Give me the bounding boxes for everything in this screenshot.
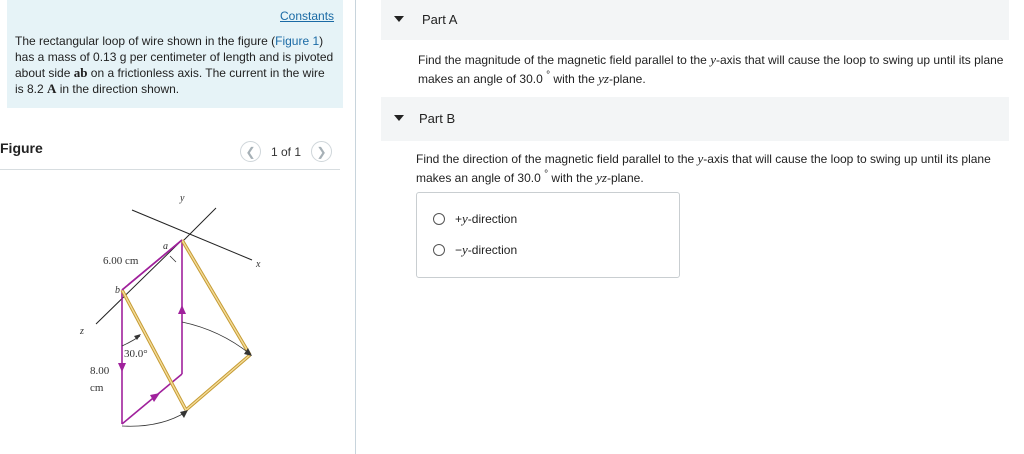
current-arrow-down: [118, 363, 126, 372]
answer-options-box: +y-direction −y-direction: [416, 192, 680, 278]
current-arrow-up: [178, 305, 186, 314]
part-b-header[interactable]: Part B: [381, 97, 1009, 141]
angle-label: 30.0°: [124, 348, 148, 360]
x-axis-label: x: [255, 259, 261, 270]
problem-intro-box: Constants The rectangular loop of wire s…: [7, 0, 343, 108]
option-label: −y-direction: [455, 242, 518, 257]
y-axis-label: y: [179, 193, 185, 204]
figure-divider: [0, 169, 340, 170]
unit-label: A: [47, 81, 57, 96]
figure-pager: ❮ 1 of 1 ❯: [240, 141, 333, 162]
figure-link[interactable]: Figure 1: [275, 34, 319, 48]
caret-down-icon[interactable]: [394, 115, 404, 121]
height-value-label: 8.00: [90, 365, 110, 377]
part-b-title[interactable]: Part B: [419, 111, 455, 126]
option-negative-y[interactable]: −y-direction: [433, 242, 517, 258]
chevron-right-icon[interactable]: ❯: [311, 141, 333, 162]
radio-button[interactable]: [433, 244, 445, 256]
option-label: +y-direction: [455, 211, 518, 226]
figure-title: Figure: [0, 140, 43, 156]
z-axis-label: z: [79, 326, 84, 337]
swing-arc-bottom: [121, 411, 187, 427]
loop-figure: y x z a b 6.00 cm 30.0° 8.00 cm: [79, 193, 261, 427]
part-a-title[interactable]: Part A: [422, 12, 457, 27]
pager-text: 1 of 1: [271, 144, 302, 159]
constants-link[interactable]: Constants: [280, 9, 334, 23]
y-axis-line: [183, 207, 217, 241]
part-a-question: Find the magnitude of the magnetic field…: [418, 52, 1004, 86]
height-unit-label: cm: [90, 382, 104, 394]
x-axis-line: [131, 209, 253, 261]
chevron-left-icon[interactable]: ❮: [240, 141, 261, 162]
radio-button[interactable]: [433, 213, 445, 225]
side-label: ab: [73, 65, 88, 80]
problem-statement: The rectangular loop of wire shown in th…: [15, 34, 334, 96]
z-axis-line: [95, 239, 183, 325]
caret-down-icon[interactable]: [394, 16, 404, 22]
corner-b-label: b: [115, 285, 120, 296]
current-arrow-diag: [150, 393, 160, 402]
width-label: 6.00 cm: [103, 255, 139, 267]
option-positive-y[interactable]: +y-direction: [433, 211, 517, 227]
left-panel: Constants The rectangular loop of wire s…: [0, 0, 356, 454]
corner-a-label: a: [163, 241, 168, 252]
part-b-question: Find the direction of the magnetic field…: [416, 151, 991, 185]
part-a-header[interactable]: Part A: [381, 0, 1009, 40]
